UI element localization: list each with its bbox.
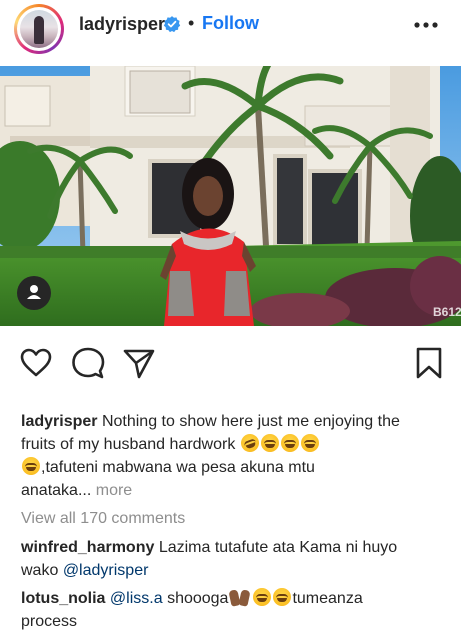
comment-username[interactable]: winfred_harmony	[21, 539, 154, 556]
laughing-emoji-icon	[253, 588, 272, 606]
caption: ladyrisper Nothing to show here just me …	[21, 410, 451, 502]
comment-text: Lazima tutafute ata Kama ni huyo	[158, 539, 398, 556]
comment-mention[interactable]: @liss.a	[110, 590, 163, 607]
user-tag-icon	[27, 285, 41, 299]
caption-text-2: fruits of my husband hardwork	[21, 436, 236, 453]
caption-text-4: anataka...	[21, 482, 92, 499]
user-tag-button[interactable]	[17, 276, 51, 310]
comment-username[interactable]: lotus_nolia	[21, 590, 105, 607]
verified-badge-icon	[163, 16, 181, 33]
caption-line-1: ladyrisper Nothing to show here just me …	[21, 410, 451, 433]
avatar[interactable]	[20, 10, 58, 48]
laughing-emoji-icon	[280, 434, 299, 452]
caption-text-3: ,tafuteni mabwana wa pesa akuna mtu	[41, 459, 315, 476]
caption-more-link[interactable]: more	[96, 482, 132, 499]
comment-text-after: tumeanza	[292, 590, 363, 607]
comment-icon[interactable]	[71, 346, 105, 380]
bookmark-icon[interactable]	[412, 346, 446, 380]
avatar-frame	[17, 7, 61, 51]
caption-username[interactable]: ladyrisper	[21, 413, 97, 430]
action-bar	[0, 344, 461, 384]
caption-line-3: ,tafuteni mabwana wa pesa akuna mtu	[21, 456, 451, 479]
raised-hands-emoji-icon	[228, 588, 252, 607]
separator-dot: •	[188, 13, 195, 33]
laughing-emoji-icon	[300, 434, 319, 452]
post-username[interactable]: ladyrisper	[79, 14, 165, 35]
story-ring[interactable]	[14, 4, 64, 54]
caption-text-1: Nothing to show here just me enjoying th…	[101, 413, 400, 430]
post-photo[interactable]: B612	[0, 66, 461, 326]
photo-watermark: B612	[433, 305, 461, 319]
caption-line-2: fruits of my husband hardwork	[21, 431, 451, 456]
laughing-emoji-icon	[260, 434, 279, 452]
comment-text-cont: wako	[21, 562, 59, 579]
comment-text-cont: process	[21, 613, 78, 630]
share-icon[interactable]	[122, 346, 156, 380]
comment-text: shoooga	[167, 590, 229, 607]
follow-button[interactable]: Follow	[202, 13, 259, 34]
laughing-emoji-icon	[273, 588, 292, 606]
avatar-figure	[34, 16, 44, 44]
heart-icon[interactable]	[19, 346, 53, 380]
rofl-emoji-icon	[238, 431, 262, 455]
post-header: ladyrisper • Follow	[0, 0, 461, 54]
comment-item: winfred_harmony Lazima tutafute ata Kama…	[21, 536, 451, 582]
comment-mention[interactable]: @ladyrisper	[63, 562, 149, 579]
caption-line-4: anataka... more	[21, 479, 451, 502]
more-options-icon[interactable]	[412, 12, 440, 38]
laughing-emoji-icon	[22, 457, 40, 475]
view-all-comments-link[interactable]: View all 170 comments	[21, 507, 185, 530]
comment-item: lotus_nolia @liss.a shoooga tumeanza proc…	[21, 587, 451, 633]
